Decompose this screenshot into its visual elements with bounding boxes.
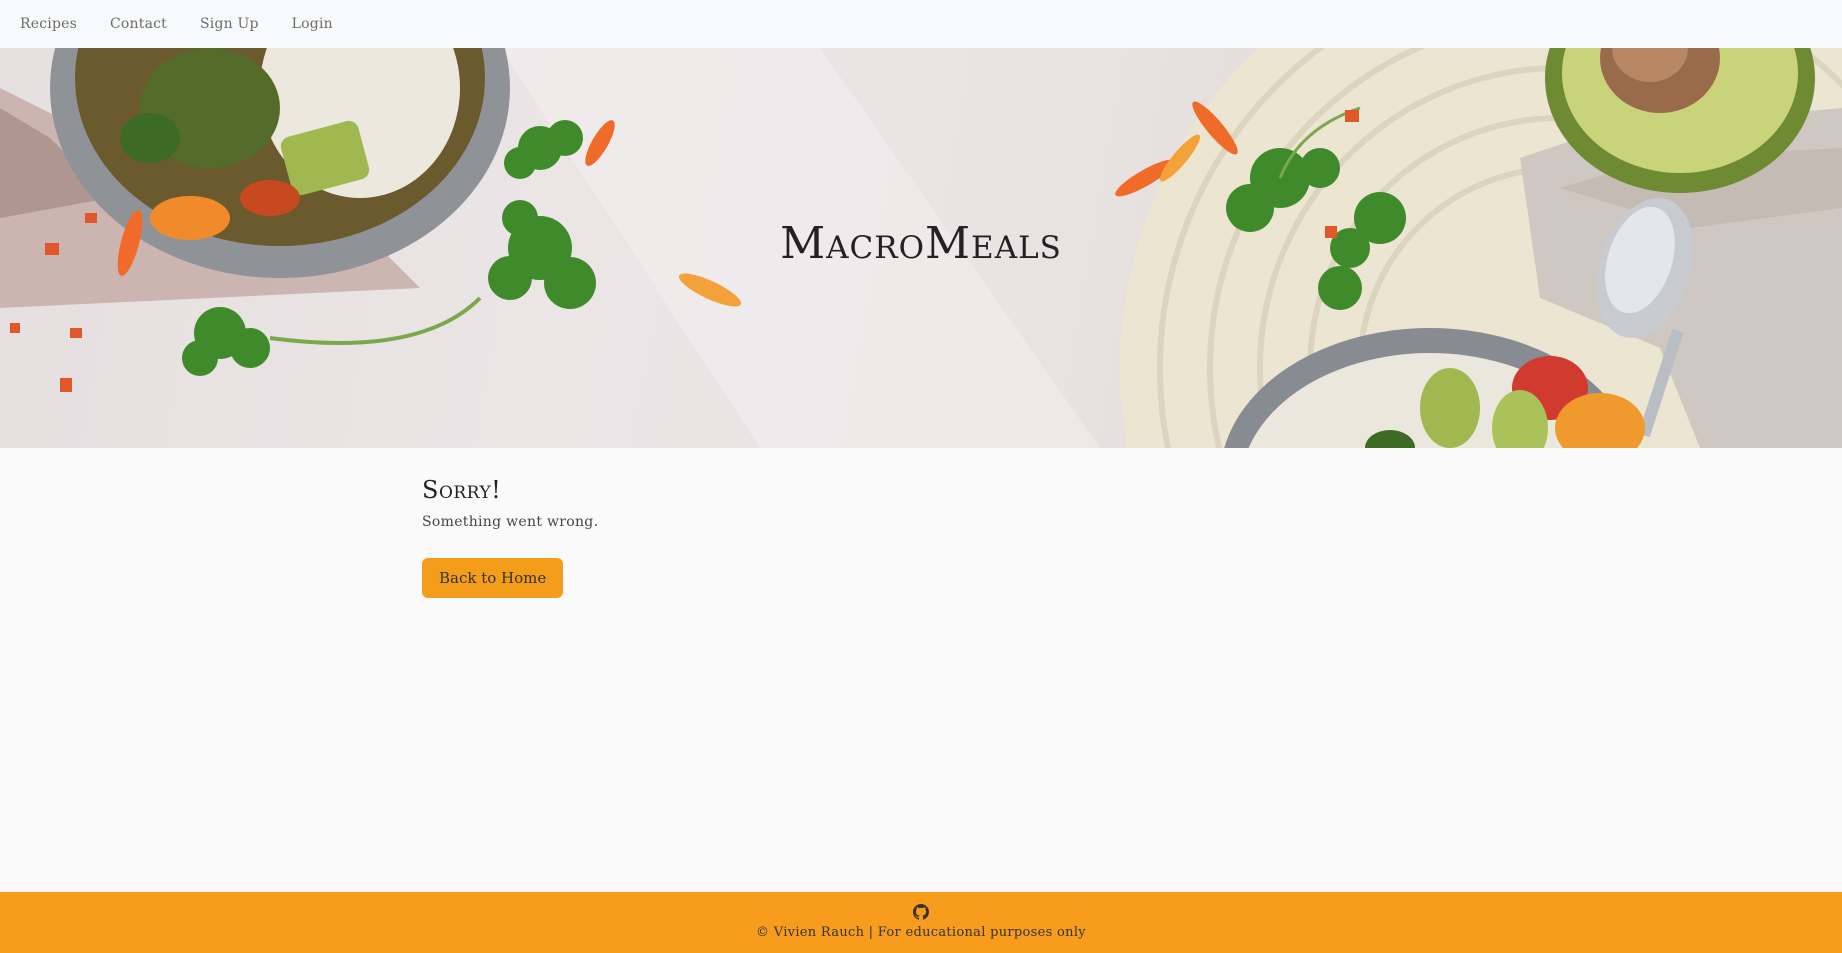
nav-link-contact[interactable]: Contact — [110, 16, 167, 32]
error-heading: Sorry! — [422, 476, 502, 504]
error-message: Something went wrong. — [422, 514, 599, 530]
back-to-home-button[interactable]: Back to Home — [422, 558, 564, 598]
nav-link-recipes[interactable]: Recipes — [20, 16, 77, 32]
nav-link-login[interactable]: Login — [292, 16, 333, 32]
github-icon[interactable] — [913, 904, 929, 920]
hero-banner: MacroMeals — [0, 48, 1842, 448]
site-footer: © Vivien Rauch | For educational purpose… — [0, 892, 1842, 953]
footer-copyright: © Vivien Rauch | For educational purpose… — [756, 925, 1086, 940]
top-navbar: Recipes Contact Sign Up Login — [0, 0, 1842, 48]
nav-link-sign-up[interactable]: Sign Up — [200, 16, 259, 32]
error-content: Sorry! Something went wrong. Back to Hom… — [422, 448, 598, 598]
site-title: MacroMeals — [780, 218, 1062, 269]
